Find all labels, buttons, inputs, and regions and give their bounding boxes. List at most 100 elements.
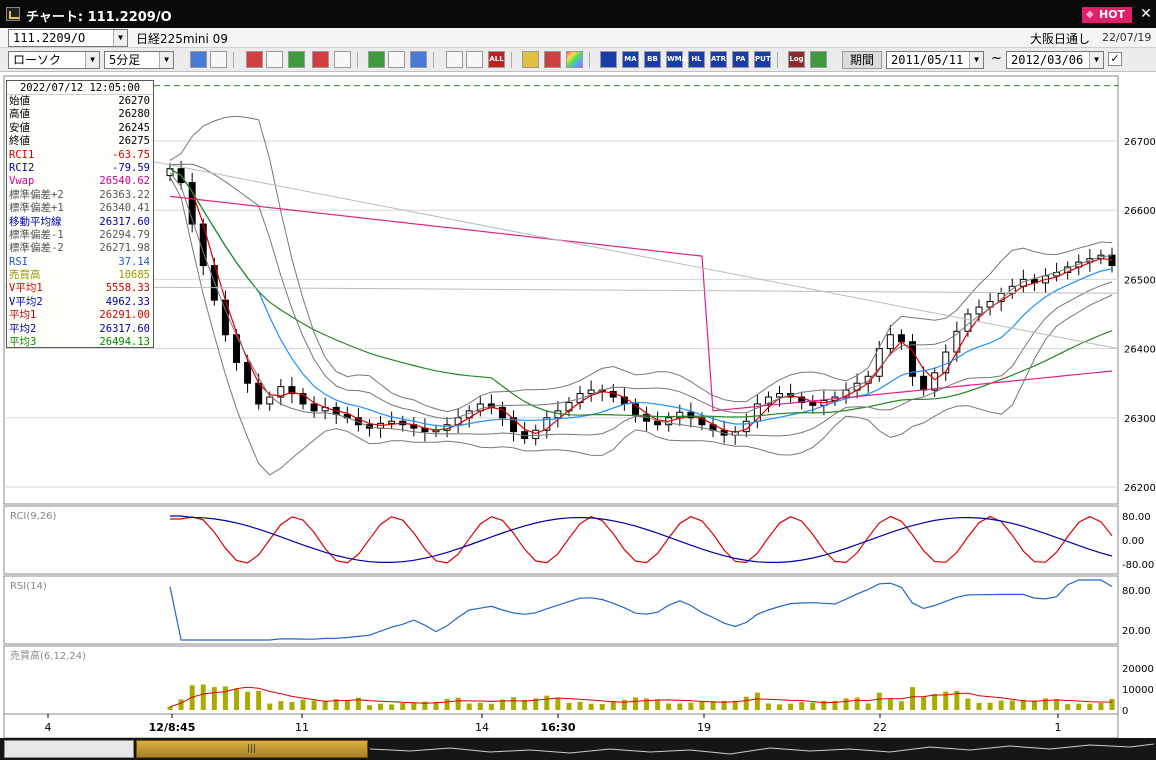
volume-bar <box>256 690 262 710</box>
undo-icon[interactable] <box>410 51 427 68</box>
volume-bar <box>599 703 605 710</box>
pa-button[interactable]: PA <box>732 51 749 68</box>
volume-bar <box>278 701 284 710</box>
settings-icon[interactable] <box>522 51 539 68</box>
data-window-row: 高値 26280 <box>7 108 153 121</box>
volume-bar <box>777 704 783 710</box>
time-scrollbar[interactable]: ||| <box>0 738 1156 760</box>
time-tick-label: 4 <box>45 721 52 734</box>
range-end-field[interactable]: 2012/03/06 ▼ <box>1006 51 1104 69</box>
all-button[interactable]: ALL <box>488 51 505 68</box>
range-apply-checkbox[interactable]: ✓ <box>1108 52 1122 66</box>
chart-app-icon <box>6 7 20 21</box>
hl-button[interactable]: HL <box>688 51 705 68</box>
chevron-down-icon[interactable]: ▼ <box>113 30 127 46</box>
candle-body <box>388 420 396 424</box>
data-window-row: 標準偏差-2 26271.98 <box>7 242 153 255</box>
title-bar[interactable]: チャート: 111.2209/O HOT ✕ <box>0 0 1156 28</box>
volume-panel <box>3 645 1119 715</box>
volume-bar <box>455 697 461 710</box>
export-icon[interactable] <box>810 51 827 68</box>
atr-button[interactable]: ATR <box>710 51 727 68</box>
data-window-label: RSI <box>9 255 28 268</box>
volume-bar <box>677 703 683 710</box>
candle-zoom-icon[interactable] <box>466 51 483 68</box>
close-icon[interactable]: ✕ <box>1138 6 1154 22</box>
put-button[interactable]: PUT <box>754 51 771 68</box>
volume-bar <box>1065 704 1071 710</box>
ma-button[interactable]: MA <box>622 51 639 68</box>
candle-body <box>1108 254 1116 267</box>
data-window-label: 高値 <box>9 108 30 121</box>
candle-body <box>565 402 573 412</box>
period-button[interactable]: 期間 <box>842 51 882 69</box>
time-tick-label: 11 <box>295 721 309 734</box>
search-icon[interactable] <box>266 51 283 68</box>
range-end-value: 2012/03/06 <box>1011 53 1084 67</box>
volume-bar <box>344 700 350 710</box>
candle-icon[interactable] <box>446 51 463 68</box>
chevron-down-icon[interactable]: ▼ <box>159 52 173 68</box>
pen-icon[interactable] <box>368 51 385 68</box>
volume-bar <box>389 704 395 710</box>
data-window-row: 標準偏差+1 26340.41 <box>7 202 153 215</box>
scroll-track[interactable] <box>4 740 134 758</box>
indicator-icon[interactable] <box>246 51 263 68</box>
data-window-value: 26317.60 <box>99 322 150 335</box>
range-separator: ~ <box>991 51 1002 66</box>
data-window-row: 平均2 26317.60 <box>7 323 153 336</box>
volume-bar <box>788 703 794 710</box>
volume-bar <box>366 705 372 710</box>
grid-icon[interactable] <box>600 51 617 68</box>
chart-area[interactable]: 26200 26300 26400 26500 26600 26700 4 12/8:45 11… <box>0 72 1156 738</box>
toolbar: ローソク ▼ 5分足 ▼ ALL MA BB WMA HL ATR PA PUT… <box>0 48 1156 72</box>
data-window-value: 26494.13 <box>99 336 150 349</box>
zoom-icon[interactable] <box>190 51 207 68</box>
rsi-panel <box>3 575 1119 645</box>
candle-body <box>776 393 784 398</box>
chevron-down-icon[interactable]: ▼ <box>1089 52 1103 68</box>
compare-icon[interactable] <box>312 51 329 68</box>
volume-tick-label: 10000 <box>1122 685 1154 696</box>
data-window-label: 移動平均線 <box>9 215 62 228</box>
data-window-value: 5558.33 <box>105 282 150 295</box>
chart-type-select[interactable]: ローソク ▼ <box>8 51 100 69</box>
data-window-value: 26271.98 <box>99 242 150 255</box>
symbol-select[interactable]: 111.2209/O ▼ <box>8 29 128 47</box>
data-window-value: 26363.22 <box>99 188 150 201</box>
chart-canvas[interactable]: 2620026300264002650026600267004 12/8:45 11… <box>0 72 1156 738</box>
data-window-row: RCI1 -63.75 <box>7 149 153 162</box>
volume-bar <box>666 703 672 710</box>
time-tick-label: 14 <box>475 721 489 734</box>
symbol-value: 111.2209/O <box>13 31 86 45</box>
data-window-row: V平均2 4962.33 <box>7 296 153 309</box>
price-tick-label: 26200 <box>1124 483 1156 494</box>
color-palette-icon[interactable] <box>566 51 583 68</box>
chart-type-value: ローソク <box>13 53 62 67</box>
pointer-icon[interactable] <box>388 51 405 68</box>
hot-button[interactable]: HOT <box>1082 7 1132 23</box>
range-start-field[interactable]: 2011/05/11 ▼ <box>886 51 984 69</box>
alert-icon[interactable] <box>334 51 351 68</box>
data-window-row: 始値 26270 <box>7 95 153 108</box>
data-window-label: V平均1 <box>9 282 43 295</box>
data-window-value: 10685 <box>118 269 150 282</box>
data-window-value: 26245 <box>118 121 150 134</box>
chart-line-icon[interactable] <box>288 51 305 68</box>
data-window-value: -79.59 <box>112 161 150 174</box>
bb-button[interactable]: BB <box>644 51 661 68</box>
volume-bar <box>444 699 450 710</box>
chevron-down-icon[interactable]: ▼ <box>85 52 99 68</box>
data-window-datetime: 2022/07/12 12:05:00 <box>7 81 153 95</box>
data-window-label: 始値 <box>9 95 30 107</box>
current-date: 22/07/19 <box>1102 31 1152 44</box>
timeframe-select[interactable]: 5分足 ▼ <box>104 51 174 69</box>
chevron-down-icon[interactable]: ▼ <box>969 52 983 68</box>
scroll-thumb[interactable]: ||| <box>136 740 368 758</box>
volume-bar <box>511 697 517 710</box>
wma-button[interactable]: WMA <box>666 51 687 68</box>
crosshair-icon[interactable] <box>210 51 227 68</box>
brush-icon[interactable] <box>544 51 561 68</box>
log-button[interactable]: Log <box>788 51 805 68</box>
rsi-tick-label: 80.00 <box>1122 586 1151 597</box>
